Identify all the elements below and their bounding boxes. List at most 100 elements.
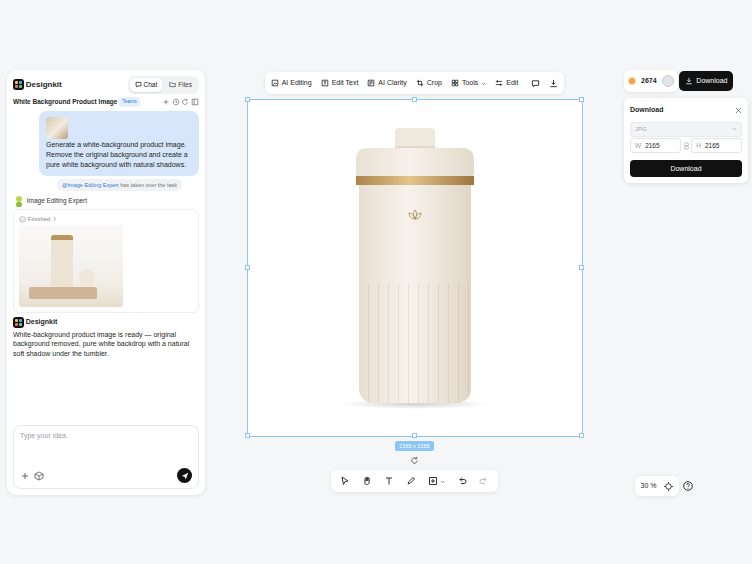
height-field[interactable]: H 2165	[691, 138, 742, 153]
cube-icon[interactable]	[34, 471, 44, 481]
add-icon[interactable]	[162, 98, 170, 106]
zoom-control[interactable]: 30 %	[635, 476, 680, 496]
format-select[interactable]: JPG	[630, 122, 742, 137]
bottom-toolbar	[331, 470, 498, 492]
edit-text-icon	[321, 79, 329, 87]
crop-icon	[416, 79, 424, 87]
comment-icon[interactable]	[531, 79, 540, 88]
toolbar-button[interactable]: Edit Text	[321, 78, 359, 89]
resize-handle[interactable]	[412, 97, 417, 102]
chat-messages: Generate a white-background product imag…	[13, 111, 199, 420]
height-label: H	[696, 141, 701, 151]
plus-icon[interactable]	[20, 471, 30, 481]
text-tool-icon[interactable]	[384, 476, 394, 486]
chat-panel: Designkit Chat Files White Background Pro…	[7, 70, 205, 495]
resize-handle[interactable]	[579, 97, 584, 102]
app-window: Designkit Chat Files White Background Pro…	[0, 0, 752, 564]
download-panel: Download JPG W 2165 H 2165 Download	[624, 98, 748, 183]
fit-icon[interactable]	[664, 482, 673, 491]
chevron-icon[interactable]	[52, 216, 57, 222]
caret-icon	[732, 127, 737, 131]
tab-label: Files	[178, 80, 192, 90]
toolbar-button[interactable]: Edit	[495, 78, 518, 89]
ai-editing-icon	[271, 79, 279, 87]
account-bar: 2674	[624, 70, 678, 92]
send-button[interactable]	[177, 468, 192, 483]
resize-handle[interactable]	[245, 433, 250, 438]
panel-tab[interactable]: Chat	[130, 78, 163, 92]
select-icon[interactable]	[340, 476, 350, 486]
toolbar-button[interactable]: AI Editing	[271, 78, 312, 89]
logo-icon	[13, 79, 24, 90]
tab-label: Chat	[144, 80, 158, 90]
chat-icon	[135, 81, 142, 88]
credit-count: 2674	[641, 76, 657, 87]
resize-handle[interactable]	[245, 97, 250, 102]
toolbar-label: Edit Text	[332, 78, 359, 89]
format-value: JPG	[635, 125, 647, 134]
team-badge: Teams	[119, 97, 140, 107]
folder-icon	[169, 81, 176, 88]
logo-icon	[13, 317, 24, 328]
chat-input[interactable]	[20, 431, 192, 461]
handoff-text: has taken over the task	[120, 182, 177, 188]
width-value[interactable]: 2165	[645, 141, 659, 151]
resize-handle[interactable]	[412, 433, 417, 438]
toolbar-label: AI Editing	[282, 78, 312, 89]
toolbar-label: Edit	[506, 78, 518, 89]
caret-icon[interactable]	[440, 479, 445, 484]
undo-icon[interactable]	[457, 476, 467, 486]
handoff-notice: @Image Editing Expert has taken over the…	[57, 179, 182, 191]
zoom-unit: %	[650, 482, 656, 489]
download-button[interactable]: Download	[679, 71, 733, 92]
send-icon	[181, 472, 189, 480]
result-photo[interactable]	[19, 225, 123, 307]
top-toolbar: AI Editing Edit Text AI Clarity Crop Tools Ed…	[265, 72, 565, 94]
redo-icon[interactable]	[479, 476, 489, 486]
width-field[interactable]: W 2165	[630, 138, 681, 153]
chat-input-box	[13, 425, 199, 489]
download-label: Download	[696, 76, 727, 87]
product-photo	[248, 100, 582, 436]
history-icon[interactable]	[172, 98, 180, 106]
image-canvas[interactable]	[247, 99, 583, 437]
toolbar-button[interactable]: AI Clarity	[367, 78, 406, 89]
panel-title: Download	[630, 105, 663, 116]
app-name: Designkit	[26, 79, 62, 91]
zoom-value[interactable]: 30	[641, 482, 649, 489]
refresh-icon[interactable]	[181, 98, 189, 106]
width-label: W	[635, 141, 641, 151]
resize-handle[interactable]	[579, 265, 584, 270]
avatar-icon[interactable]	[662, 75, 674, 87]
mention[interactable]: @Image Editing Expert	[62, 182, 119, 188]
toolbar-button[interactable]: Crop	[416, 78, 442, 89]
agent-result-card: Finished	[13, 209, 199, 314]
panel-tabs: Chat Files	[128, 76, 199, 94]
sidebar-icon[interactable]	[191, 98, 199, 106]
expert-avatar-icon	[13, 195, 25, 207]
resize-handle[interactable]	[245, 265, 250, 270]
panel-tab[interactable]: Files	[164, 78, 197, 92]
height-value[interactable]: 2165	[705, 141, 719, 151]
help-icon[interactable]	[683, 481, 693, 491]
download-icon[interactable]	[549, 79, 558, 88]
user-message: Generate a white-background product imag…	[39, 111, 199, 176]
close-icon[interactable]	[735, 107, 742, 114]
add-element-icon[interactable]	[428, 476, 438, 486]
pen-icon[interactable]	[406, 476, 416, 486]
toolbar-label: Crop	[427, 78, 442, 89]
rotate-icon[interactable]	[410, 456, 419, 465]
attached-photo[interactable]	[46, 117, 68, 139]
resize-handle[interactable]	[579, 433, 584, 438]
link-icon[interactable]	[683, 142, 690, 150]
toolbar-label: Tools	[462, 78, 478, 89]
hand-icon[interactable]	[362, 476, 372, 486]
project-title: White Background Product Image	[13, 97, 117, 107]
reply-text: White-background product image is ready …	[13, 330, 199, 359]
user-message-text: Generate a white-background product imag…	[46, 140, 192, 169]
agent-name: Image Editing Expert	[27, 196, 87, 206]
adjust-icon	[495, 79, 503, 87]
download-icon	[685, 77, 693, 85]
toolbar-button[interactable]: Tools	[451, 78, 486, 89]
confirm-download-button[interactable]: Download	[630, 160, 742, 177]
